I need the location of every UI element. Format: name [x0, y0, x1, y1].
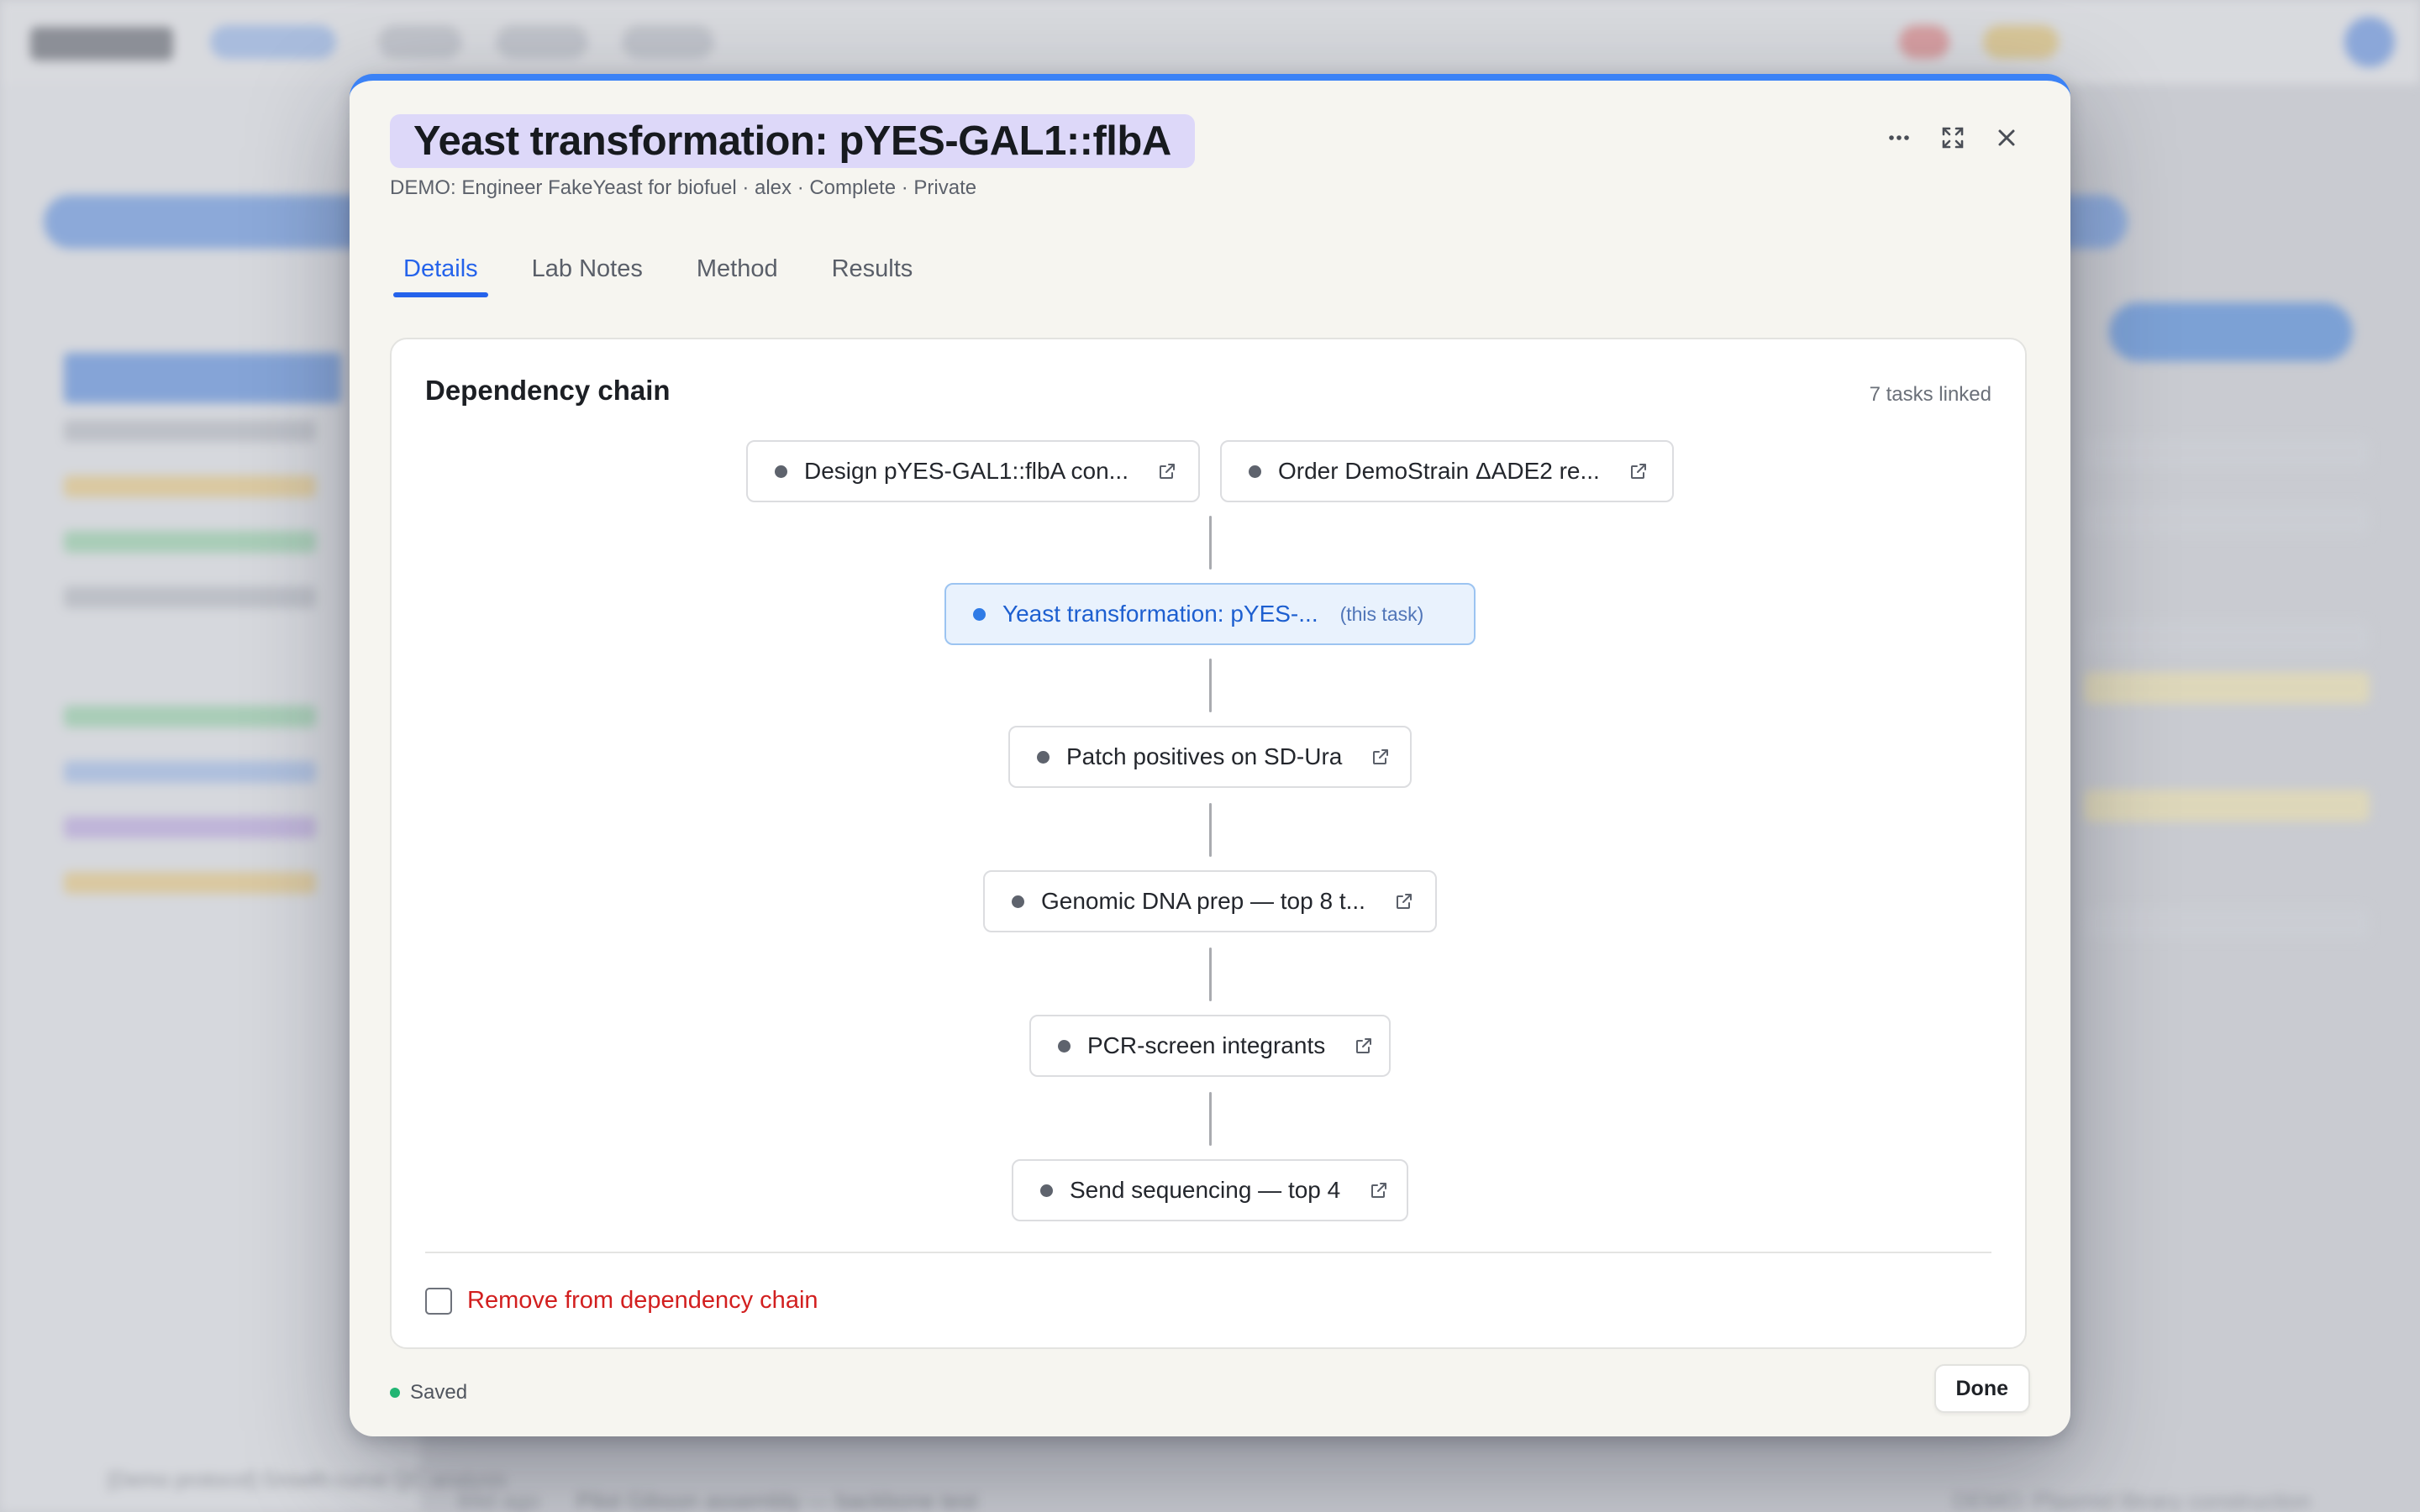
save-status: Saved [390, 1381, 467, 1404]
chain-connector [1209, 948, 1212, 1001]
node-label: Yeast transformation: pYES-... [1002, 601, 1318, 627]
external-link-icon [1373, 749, 1389, 764]
status-dot [1249, 465, 1261, 478]
bg-avatar [2344, 17, 2395, 67]
bg-side-row [64, 531, 316, 553]
status-dot [775, 465, 787, 478]
node-label: Order DemoStrain ΔADE2 re... [1278, 458, 1600, 484]
remove-from-chain-row[interactable]: Remove from dependency chain [425, 1287, 818, 1315]
bg-nav-pill [210, 25, 336, 59]
bg-side-row [64, 872, 316, 894]
done-button[interactable]: Done [1933, 1364, 2030, 1413]
bg-nav-pill [622, 25, 714, 59]
node-label: Design pYES-GAL1::flbA con... [804, 458, 1128, 484]
external-link-icon [1630, 464, 1646, 479]
bg-badge [1899, 25, 1949, 59]
node-label: Send sequencing — top 4 [1070, 1177, 1341, 1203]
bg-badge [1983, 25, 2059, 59]
bg-side-row [64, 816, 316, 838]
bg-right-row [2084, 790, 2370, 822]
task-modal: Yeast transformation: pYES-GAL1::flbA DE… [350, 74, 2070, 1436]
status-dot [1040, 1184, 1053, 1197]
bg-logo [30, 27, 173, 60]
modal-subtitle: DEMO: Engineer FakeYeast for biofuel · a… [390, 176, 977, 199]
bg-row-title: Pilot Gibson assembly — backbone test [576, 1488, 978, 1512]
bg-side-row [64, 706, 316, 727]
chain-connector [1209, 516, 1212, 570]
title-pill[interactable]: Yeast transformation: pYES-GAL1::flbA [390, 114, 1195, 168]
status-dot [1058, 1039, 1071, 1053]
bg-side-text: [Demo protocol] Growth-curve QC analysis [108, 1468, 508, 1492]
chain-node-successor[interactable]: Genomic DNA prep — top 8 t... [983, 870, 1437, 932]
this-task-tag: (this task) [1339, 602, 1424, 625]
chain-connector [1209, 659, 1212, 712]
chain-node-current[interactable]: Yeast transformation: pYES-... (this tas… [944, 583, 1476, 645]
bg-nav-pill [378, 25, 462, 59]
status-dot [390, 1388, 400, 1398]
status-dot [1012, 895, 1024, 908]
dependency-chain-card: Dependency chain 7 tasks linked Design p… [390, 338, 2027, 1349]
node-label: Genomic DNA prep — top 8 t... [1041, 888, 1365, 914]
node-label: Patch positives on SD-Ura [1066, 743, 1343, 769]
save-status-text: Saved [410, 1381, 468, 1404]
remove-from-chain-checkbox[interactable] [425, 1287, 452, 1315]
chain-node-predecessor[interactable]: Design pYES-GAL1::flbA con... [746, 440, 1200, 502]
external-link-icon [1159, 464, 1175, 479]
tab-results[interactable]: Results [832, 234, 913, 297]
bg-nav-pill [496, 25, 588, 59]
bg-side-row [64, 353, 341, 403]
dependency-chain: Design pYES-GAL1::flbA con... Order Demo… [392, 339, 2028, 1263]
bg-right-row [2084, 672, 2370, 704]
external-link-icon [1396, 894, 1412, 909]
external-link-icon [1371, 1183, 1387, 1198]
node-label: PCR-screen integrants [1087, 1032, 1326, 1058]
chain-node-predecessor[interactable]: Order DemoStrain ΔADE2 re... [1220, 440, 1674, 502]
header-actions [1886, 124, 2020, 151]
bg-right-row [2084, 504, 2370, 536]
status-dot [1037, 750, 1050, 764]
bg-side-row [64, 586, 316, 608]
chain-connector [1209, 1092, 1212, 1146]
divider [425, 1252, 1991, 1253]
bg-right-row [2084, 437, 2370, 469]
bg-action-button [2109, 302, 2353, 361]
bg-row-project: DEMO: Plasmid library construction [1953, 1488, 2312, 1512]
tab-lab-notes[interactable]: Lab Notes [532, 234, 643, 297]
more-horizontal-icon[interactable] [1886, 124, 1912, 151]
tab-bar: Details Lab Notes Method Results [393, 234, 966, 297]
chain-node-successor[interactable]: Send sequencing — top 4 [1012, 1159, 1408, 1221]
modal-footer: Saved Done [390, 1356, 2030, 1423]
tab-method[interactable]: Method [697, 234, 778, 297]
expand-icon[interactable] [1939, 124, 1966, 151]
chain-node-successor[interactable]: PCR-screen integrants [1029, 1015, 1391, 1077]
bg-right-row [2084, 622, 2370, 654]
remove-from-chain-label[interactable]: Remove from dependency chain [467, 1287, 818, 1315]
bg-side-row [64, 475, 316, 497]
bg-side-row [64, 420, 316, 442]
bg-side-row [64, 761, 316, 783]
modal-header: Yeast transformation: pYES-GAL1::flbA DE… [390, 114, 2030, 215]
chain-node-successor[interactable]: Patch positives on SD-Ura [1008, 726, 1412, 788]
chain-connector [1209, 803, 1212, 857]
bg-right-row [2084, 907, 2370, 939]
status-dot [973, 607, 986, 621]
tab-details[interactable]: Details [393, 234, 488, 297]
external-link-icon [1356, 1038, 1372, 1053]
close-icon[interactable] [1993, 124, 2020, 151]
modal-title: Yeast transformation: pYES-GAL1::flbA [413, 118, 1171, 164]
